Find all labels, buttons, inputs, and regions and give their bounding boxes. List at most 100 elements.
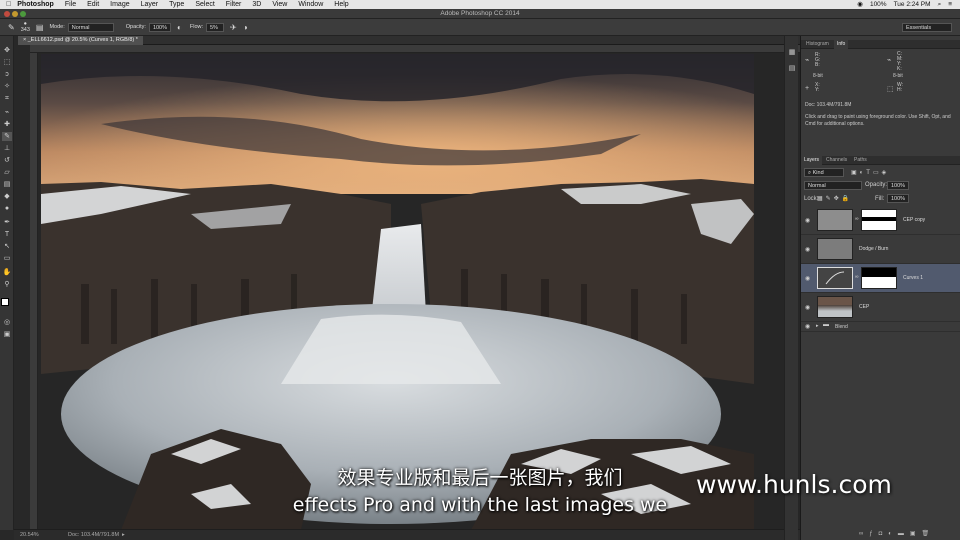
right-panel-dock: Histogram Info ⌁ R: G: B: ⌁ C: M: Y: K: … [800,36,960,540]
layer-row-cep[interactable]: ◉ CEP [801,293,960,322]
airbrush-icon[interactable]: ✈ [230,23,237,32]
pen-tool-icon[interactable]: ✒ [2,218,12,227]
lock-icons[interactable]: ▦✎✥🔒 [817,195,852,202]
properties-panel-icon[interactable]: ▤ [787,64,797,73]
menu-select[interactable]: Select [195,0,214,9]
layer-filter-kind-select[interactable]: ⌕ Kind [804,168,844,177]
menu-file[interactable]: File [65,0,76,9]
stamp-tool-icon[interactable]: ⊥ [2,144,12,153]
opacity-input[interactable]: 100% [148,22,172,32]
zoom-tool-icon[interactable]: ⚲ [2,280,12,289]
brush-tool-icon-active[interactable]: ✎ [2,132,12,141]
shape-tool-icon[interactable]: ▭ [2,254,12,263]
visibility-eye-icon[interactable]: ◉ [805,323,810,330]
move-tool-icon[interactable]: ✥ [2,46,12,55]
zoom-level[interactable]: 20.54% [20,532,39,538]
pressure-size-icon[interactable]: ◑ [243,23,248,32]
visibility-eye-icon[interactable]: ◉ [805,275,810,282]
link-layers-icon[interactable]: ∞ [859,531,869,537]
visibility-eye-icon[interactable]: ◉ [805,246,810,253]
add-mask-icon[interactable]: ◘ [879,531,889,537]
layer-row-cep-copy[interactable]: ◉ ∞ CEP copy [801,206,960,235]
fx-icon[interactable]: ƒ [869,531,878,537]
visibility-eye-icon[interactable]: ◉ [805,304,810,311]
folder-icon: ▬ [823,322,829,328]
mode-select[interactable]: Normal [67,22,114,32]
tab-channels[interactable]: Channels [823,156,850,165]
tab-paths[interactable]: Paths [851,156,870,165]
blur-tool-icon[interactable]: ◆ [2,192,12,201]
history-brush-tool-icon[interactable]: ↺ [2,156,12,165]
status-menu-arrow-icon[interactable]: ▸ [122,532,125,538]
gradient-tool-icon[interactable]: ▤ [2,180,12,189]
layer-filter-icons[interactable]: ▣◐T▭◈ [851,169,889,176]
dodge-tool-icon[interactable]: ● [2,204,12,213]
brush-preset-picker[interactable]: ● 343 [21,21,30,33]
apple-icon[interactable]:  [6,0,11,9]
marquee-tool-icon[interactable]: ⬚ [2,58,12,67]
brush-tool-icon[interactable]: ✎ [8,23,15,32]
type-tool-icon[interactable]: T [2,230,12,239]
layer-group-blend[interactable]: ◉ ▸ ▬ Blend [801,322,960,332]
screen-mode-icon[interactable]: ▣ [2,330,12,339]
adjustment-layer-icon[interactable]: ◐ [888,531,898,537]
layer-fill-input[interactable]: 100% [887,194,910,203]
horizontal-ruler[interactable] [30,45,800,53]
layer-mask-thumbnail[interactable] [861,209,897,231]
tab-histogram[interactable]: Histogram [803,40,832,49]
new-layer-icon[interactable]: ▣ [910,531,922,537]
layer-name[interactable]: Blend [835,324,848,330]
pressure-opacity-icon[interactable]: ◐ [177,23,182,32]
menu-type[interactable]: Type [169,0,184,9]
list-icon[interactable]: ≡ [948,0,952,9]
workspace-select[interactable]: Essentials [902,23,952,32]
layer-name[interactable]: Dodge / Burn [859,246,888,252]
flow-input[interactable]: 5% [206,22,224,32]
wifi-icon[interactable]: ◉ [857,0,863,9]
hand-tool-icon[interactable]: ✋ [2,268,12,277]
menu-app-name[interactable]: Photoshop [17,0,54,9]
layer-mask-thumbnail[interactable] [861,267,897,289]
menu-layer[interactable]: Layer [141,0,159,9]
canvas-photo-waterfall[interactable] [41,54,754,530]
clock[interactable]: Tue 2:24 PM [894,0,931,9]
quick-mask-icon[interactable]: ◎ [2,318,12,327]
menu-help[interactable]: Help [334,0,348,9]
menu-edit[interactable]: Edit [87,0,99,9]
menu-image[interactable]: Image [110,0,129,9]
layer-name[interactable]: CEP copy [903,217,925,223]
history-panel-icon[interactable]: ▦ [787,48,797,57]
battery-percent[interactable]: 100% [870,0,887,9]
layer-row-curves-1-selected[interactable]: ◉ ∞ Curves 1 [801,264,960,293]
layer-opacity-input[interactable]: 100% [887,181,910,190]
document-tab[interactable]: × _ELL6612.psd @ 20.5% (Curves 1, RGB/8)… [18,36,143,45]
new-group-icon[interactable]: ▬ [898,531,910,537]
brush-panel-icon[interactable]: ▤ [36,23,44,32]
path-select-tool-icon[interactable]: ↖ [2,242,12,251]
eraser-tool-icon[interactable]: ▱ [2,168,12,177]
menu-3d[interactable]: 3D [252,0,261,9]
foreground-color-swatch[interactable] [1,298,9,306]
layer-name[interactable]: CEP [859,304,869,310]
layer-name[interactable]: Curves 1 [903,275,923,281]
menu-view[interactable]: View [272,0,287,9]
menu-window[interactable]: Window [298,0,323,9]
layer-row-dodge-burn[interactable]: ◉ Dodge / Burn [801,235,960,264]
vertical-ruler[interactable] [30,53,38,529]
visibility-eye-icon[interactable]: ◉ [805,217,810,224]
mask-link-icon[interactable]: ∞ [855,274,859,280]
search-icon[interactable]: ⌕ [938,0,942,9]
eyedropper-tool-icon[interactable]: ⌁ [2,108,12,117]
lasso-tool-icon[interactable]: ↄ [2,70,12,79]
mask-link-icon[interactable]: ∞ [855,216,859,222]
tab-info[interactable]: Info [834,40,849,49]
group-expand-icon[interactable]: ▸ [816,323,819,329]
crop-tool-icon[interactable]: ⌗ [2,94,12,103]
doc-size[interactable]: Doc: 103.4M/791.8M [68,532,119,538]
healing-tool-icon[interactable]: ✚ [2,120,12,129]
quick-select-tool-icon[interactable]: ✧ [2,82,12,91]
tab-layers[interactable]: Layers [801,156,823,165]
blend-mode-select[interactable]: Normal [804,181,862,190]
delete-layer-icon[interactable]: 🗑 [922,531,936,537]
menu-filter[interactable]: Filter [226,0,242,9]
